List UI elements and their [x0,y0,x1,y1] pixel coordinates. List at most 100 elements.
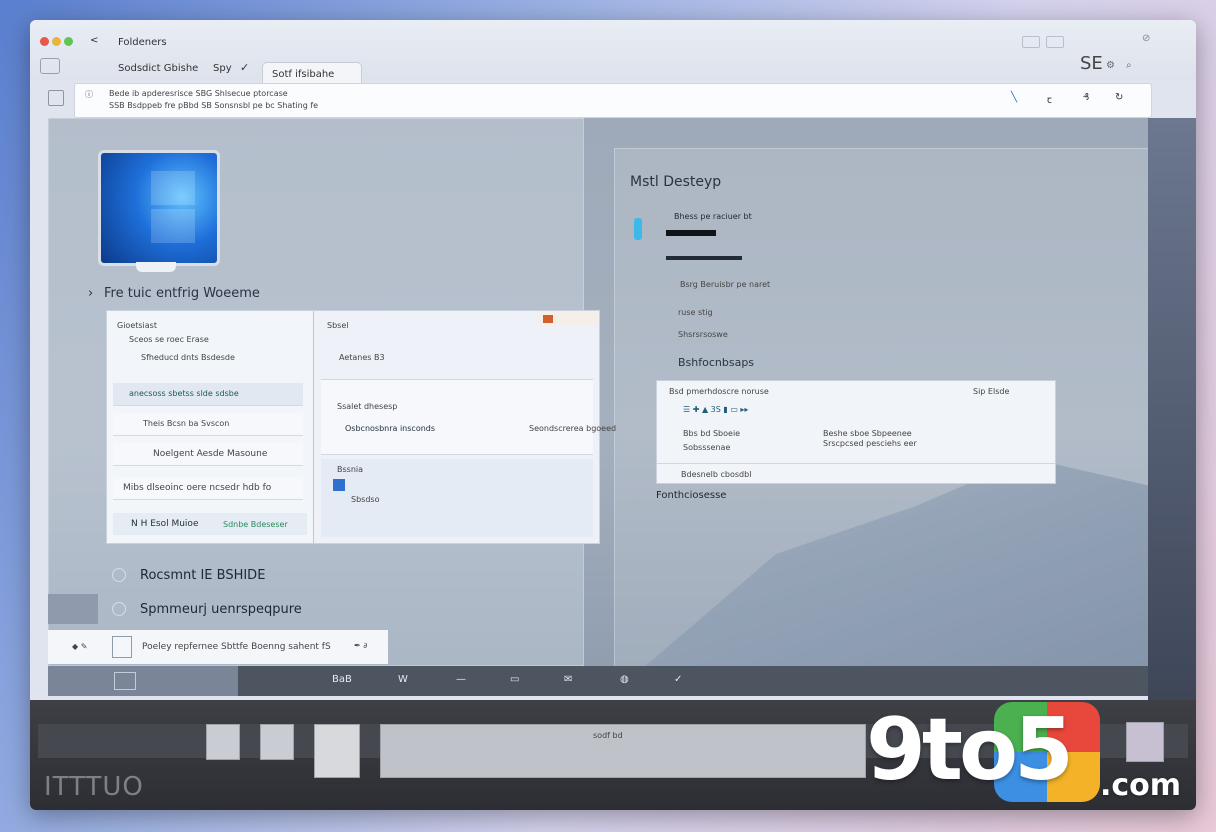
list-item[interactable]: Theis Bcsn ba Svscon [113,413,303,436]
explorer-right-row[interactable]: Aetanes B3 [339,353,385,362]
computer-icon[interactable] [98,150,220,266]
info-icon: ⓘ [85,90,93,99]
explorer-right-row[interactable]: Ssalet dhesesp [337,402,397,411]
minimize-window-icon[interactable] [52,37,61,46]
close-window-icon[interactable] [40,37,49,46]
pen-icon[interactable]: ✓ [674,674,682,685]
tab-inactive-extra[interactable]: Spy [213,63,232,74]
wallpaper-edge [1148,118,1196,700]
monitor-stand-icon [136,262,176,272]
right-panel-row[interactable]: Shsrsrsoswe [678,330,728,339]
expand-icon[interactable]: › [88,286,93,301]
globe-icon[interactable]: ◍ [620,674,629,685]
explorer-right-row[interactable]: Bssnia [337,465,363,474]
address-bar[interactable]: ⓘ Bede ib apderesrisce SBG Shlsecue ptor… [74,83,1152,118]
computer-label: Fre tuic entfrig Woeeme [104,286,260,301]
explorer-footer-sub: Sdnbe Bdeseser [223,520,288,529]
sidebar-toggle-icon[interactable] [40,58,60,74]
explorer-right-header: Sbsel [327,321,349,330]
dock-search-panel[interactable]: sodf bd [380,724,866,778]
bottom-bar-icon: ◆ ✎ [72,642,88,651]
start-icon[interactable] [114,672,136,690]
marker-icon [634,218,642,240]
status-right: SE [1080,53,1103,74]
settings-row[interactable]: Sobsssenae [683,443,730,452]
search-icon[interactable]: BaB [332,674,352,685]
refresh-icon[interactable]: ↻ [1115,92,1123,103]
window-icon[interactable] [1022,36,1040,48]
explorer-left-footer[interactable]: N H Esol Muioe Sdnbe Bdeseser [113,513,307,535]
right-panel-footer: Fonthciosesse [656,490,727,501]
list-item[interactable]: Rocsmnt IE BSHIDE [140,568,265,583]
menu-icon[interactable]: — [456,674,466,685]
settings-header-right: Sip Elsde [973,387,1010,396]
settings-row[interactable]: Srscpcsed pesciehs eer [823,439,917,448]
list-item[interactable]: anecsoss sbetss slde sdsbe [113,383,303,406]
explorer-right-row[interactable]: Seondscrerea bgoeed [529,424,616,433]
address-line-2: SSB Bsdppeb fre pBbd SB Sonsnsbl pe bc S… [109,101,319,110]
dock-thumb[interactable] [314,724,360,778]
address-line-1: Bede ib apderesrisce SBG Shlsecue ptorca… [109,89,288,98]
brand-logo-domain: .com [1100,768,1182,803]
title-bar: < Foldeners Sodsdict Gbishe Spy ✓ Sotf i… [30,20,1196,87]
pen-icon[interactable]: ╲ [1011,92,1017,103]
brand-logo-text: 9to5 [866,700,1074,800]
dock-thumb[interactable] [1126,722,1164,762]
dock-search-hint: sodf bd [593,731,623,740]
right-panel-row[interactable]: Bsrg Beruisbr pe naret [680,280,770,289]
taskbar: BaB W — ▭ ✉ ◍ ✓ [48,666,1148,696]
settings-toolbar-icons[interactable]: ☰ ✚ ▲ 3S ▮ ▭ ▸▸ [683,405,748,414]
settings-card[interactable]: Bsd pmerhdoscre noruse Sip Elsde ☰ ✚ ▲ 3… [656,380,1056,484]
window-title: Foldeners [118,37,167,48]
list-item[interactable]: Mibs dlseoinc oere ncsedr hdb fo [113,477,303,500]
explorer-left-item: anecsoss sbetss slde sdsbe [129,389,239,398]
close-icon[interactable] [543,315,553,323]
maximize-window-icon[interactable] [64,37,73,46]
bookmark-icon[interactable]: ₰ [1083,92,1089,103]
settings-row[interactable]: Bbs bd Sboeie [683,429,740,438]
taskbar-start-area[interactable] [48,666,238,696]
back-icon[interactable]: < [90,35,98,46]
tab-inactive[interactable]: Sodsdict Gbishe [118,63,198,74]
explorer-left-item: Mibs dlseoinc oere ncsedr hdb fo [123,483,272,493]
settings-header: Bsd pmerhdoscre noruse [669,387,769,396]
mail-icon[interactable]: ✉ [564,674,572,685]
check-icon[interactable]: ✓ [240,61,249,74]
edit-icon[interactable]: W [398,674,408,685]
explorer-right-row[interactable]: Osbcnosbnra insconds [345,424,435,433]
explorer-right-row[interactable]: Sbsdso [351,495,379,504]
explorer-left-item: Noelgent Aesde Masoune [153,449,268,459]
settings-row[interactable]: Beshe sboe Sbpeenee [823,429,912,438]
explorer-left-item[interactable]: Sfheducd dnts Bsdesde [141,353,235,362]
restore-icon[interactable] [1046,36,1064,48]
explorer-right-pane: Sbsel Aetanes B3 Ssalet dhesesp Osbcnosb… [317,311,616,543]
settings-icon[interactable]: ⚙ [1106,60,1115,71]
right-panel-row[interactable]: Bshfocnbsaps [678,356,754,369]
dock-left-text: ITTTUO [44,772,144,802]
explorer-preview: Bssnia Sbsdso [321,459,593,537]
bottom-bar-text: Poeley repfernee Sbttfe Boenng sahent fS [142,642,331,652]
document-icon [112,636,132,658]
explorer-left-item[interactable]: Gioetsiast [117,321,157,330]
list-item[interactable]: Spmmeurj uenrspeqpure [140,602,302,617]
explorer-card[interactable]: Gioetsiast Sceos se roec Erase Sfheducd … [106,310,616,544]
attach-icon[interactable]: ✒ ∂ [354,641,367,650]
gamepad-icon[interactable] [48,594,98,624]
link-icon[interactable]: ꞇ [1047,92,1052,106]
dock-thumb[interactable] [260,724,294,760]
settings-row[interactable]: Bdesnelb cbosdbl [681,470,751,479]
tab-active-label: Sotf ifsibahe [272,69,335,80]
search-icon[interactable]: ⌕ [1126,60,1132,71]
right-panel-row[interactable]: Bhess pe raciuer bt [674,212,752,221]
explorer-list: Ssalet dhesesp Osbcnosbnra insconds Seon… [321,379,616,455]
bottom-bar[interactable]: ◆ ✎ Poeley repfernee Sbttfe Boenng sahen… [48,630,388,664]
window-icon[interactable]: ▭ [510,674,519,685]
dock-thumb[interactable] [206,724,240,760]
right-panel-row[interactable]: ruse stig [678,308,713,317]
help-icon[interactable]: ⊘ [1142,33,1150,44]
explorer-left-item[interactable]: Sceos se roec Erase [129,335,209,344]
list-item[interactable]: Noelgent Aesde Masoune [113,443,303,466]
explorer-left-pane: Gioetsiast Sceos se roec Erase Sfheducd … [107,311,314,543]
right-panel-title: Mstl Desteyp [630,174,722,190]
folder-icon [333,479,345,491]
